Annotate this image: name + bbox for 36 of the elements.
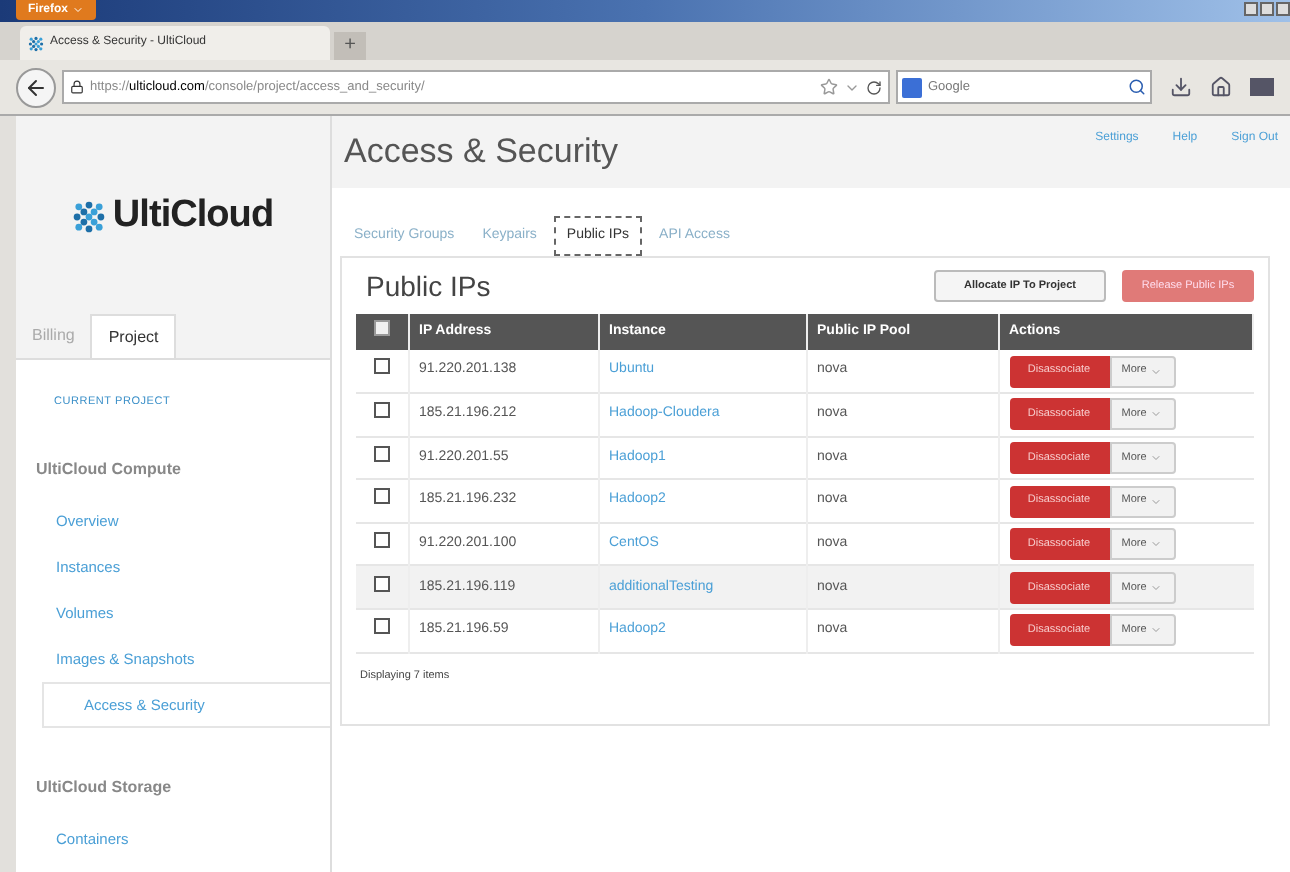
checkbox[interactable]	[373, 575, 390, 592]
checkbox[interactable]	[373, 445, 390, 462]
caret-icon	[1150, 581, 1163, 594]
caret-icon	[1150, 538, 1163, 551]
lock-icon	[70, 80, 84, 94]
new-tab-button[interactable]: +	[334, 32, 366, 60]
caret-icon	[1150, 365, 1163, 378]
sidebar-tab[interactable]: Project	[90, 314, 177, 358]
google-icon	[902, 77, 922, 97]
window-controls-icon[interactable]	[1244, 2, 1290, 16]
sidebar-tab[interactable]: Billing	[16, 314, 91, 358]
caret-icon	[1150, 408, 1163, 421]
logo-text: UltiCloud	[112, 191, 274, 240]
back-button[interactable]	[16, 67, 56, 107]
search-icon[interactable]	[1128, 78, 1146, 96]
back-arrow-icon	[24, 75, 48, 99]
logo-icon	[28, 35, 44, 51]
star-icon[interactable]	[820, 78, 838, 96]
logo-icon	[72, 199, 107, 233]
checkbox[interactable]	[373, 531, 390, 548]
caret-icon	[1150, 495, 1163, 508]
reload-icon[interactable]	[866, 79, 882, 95]
checkbox[interactable]	[373, 319, 390, 336]
page-title: Access & Security	[344, 130, 618, 175]
download-icon[interactable]	[1170, 76, 1192, 98]
checkbox[interactable]	[373, 358, 390, 375]
home-icon[interactable]	[1210, 76, 1232, 98]
caret-icon	[72, 4, 85, 16]
caret-icon	[1150, 451, 1163, 464]
checkbox[interactable]	[373, 402, 390, 419]
panel-title: Public IPs	[364, 267, 493, 305]
caret-icon	[1150, 624, 1163, 637]
checkbox[interactable]	[373, 488, 390, 505]
section-title: UltiCloud Compute	[34, 458, 183, 483]
section-title: UltiCloud Storage	[34, 776, 174, 801]
checkbox[interactable]	[373, 618, 390, 635]
